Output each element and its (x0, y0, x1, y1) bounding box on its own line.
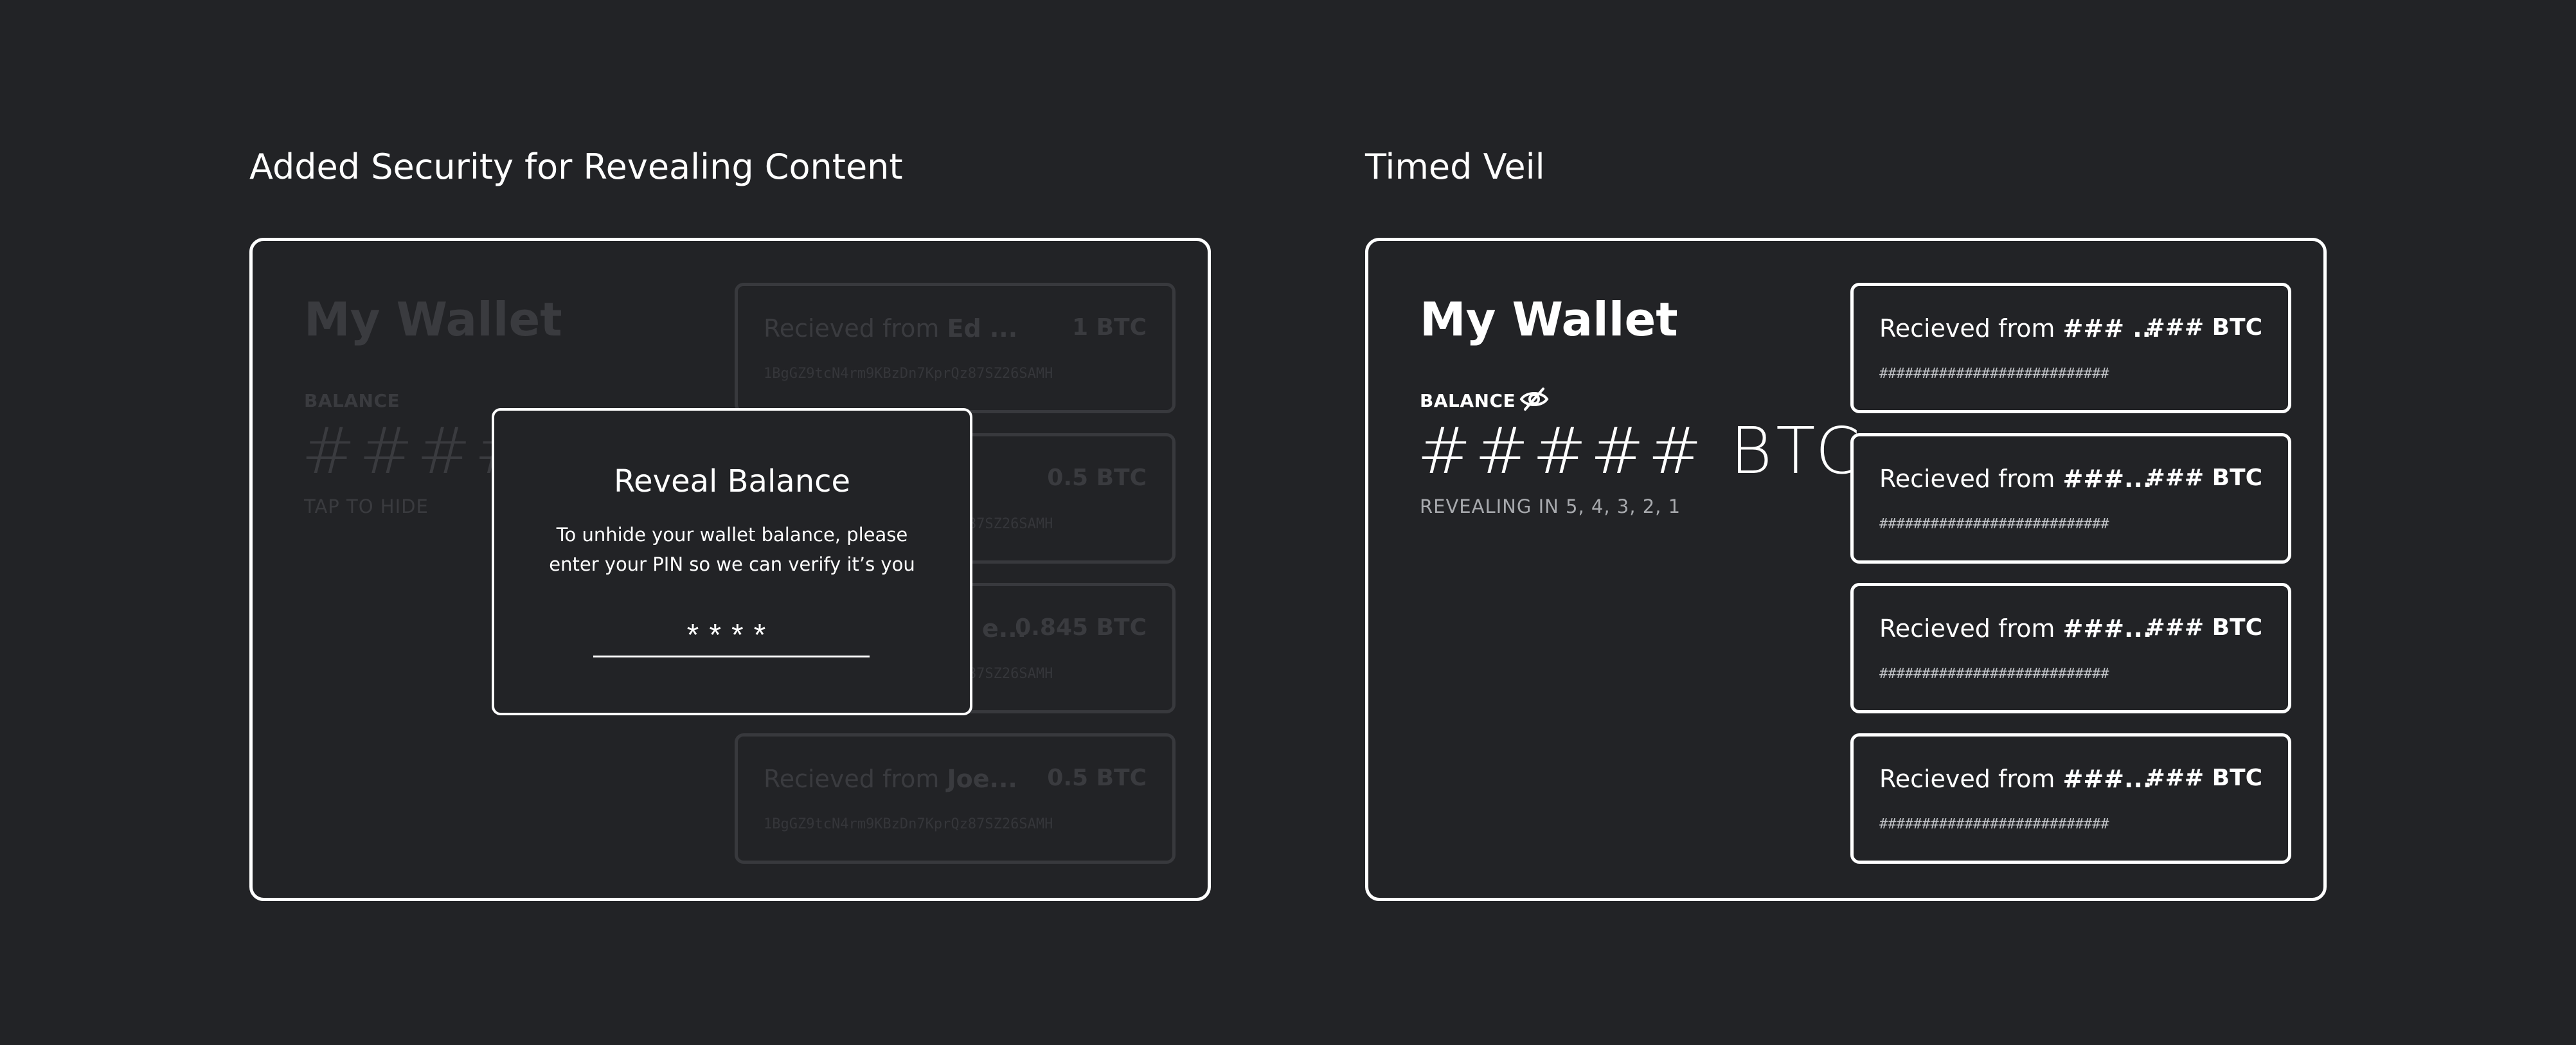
transaction-amount: ### BTC (2145, 765, 2262, 791)
transaction-amount: 0.5 BTC (1047, 765, 1147, 791)
pin-input[interactable] (593, 615, 870, 657)
balance-label: BALANCE (1420, 390, 1516, 411)
transaction-amount: 0.845 BTC (1015, 614, 1147, 641)
transaction-card[interactable]: Recieved from ###... ### BTC ###########… (1850, 733, 2291, 864)
transaction-card[interactable]: Recieved from Joe... 0.5 BTC 1BgGZ9tcN4r… (735, 733, 1176, 864)
tap-to-hide-hint[interactable]: TAP TO HIDE (304, 496, 429, 517)
left-section-title: Added Security for Revealing Content (249, 147, 903, 187)
modal-description: To unhide your wallet balance, please en… (549, 524, 915, 575)
eye-off-icon[interactable] (1519, 386, 1550, 412)
transaction-from: Recieved from ###... (1879, 465, 2152, 493)
transaction-address: ########################### (1879, 816, 2109, 832)
transaction-card[interactable]: Recieved from ###... ### BTC ###########… (1850, 583, 2291, 713)
wallet-title: My Wallet (1420, 292, 1678, 346)
transaction-address: ########################### (1879, 366, 2109, 382)
transaction-address: 1BgGZ9tcN4rm9KBzDn7KprQz87SZ26SAMH (764, 816, 1053, 832)
transaction-amount: ### BTC (2145, 465, 2262, 491)
transaction-from: Recieved from Ed ... (764, 314, 1018, 343)
wallet-title: My Wallet (304, 292, 562, 346)
left-wallet-frame: My Wallet BALANCE #### TAP TO HIDE Recie… (249, 238, 1211, 901)
transaction-amount: ### BTC (2145, 614, 2262, 641)
transaction-address: ########################### (1879, 516, 2109, 532)
balance-label: BALANCE (304, 390, 400, 411)
balance-value[interactable]: ##### BTC (1417, 413, 1864, 488)
transaction-amount: 1 BTC (1072, 314, 1147, 341)
transaction-card[interactable]: Recieved from Ed ... 1 BTC 1BgGZ9tcN4rm9… (735, 283, 1176, 413)
transaction-amount: 0.5 BTC (1047, 465, 1147, 491)
transaction-from: Recieved from ###... (1879, 614, 2152, 643)
reveal-countdown: REVEALING IN 5, 4, 3, 2, 1 (1420, 496, 1681, 517)
transaction-from: Recieved from ### ... (1879, 314, 2161, 343)
transaction-address: 1BgGZ9tcN4rm9KBzDn7KprQz87SZ26SAMH (764, 366, 1053, 382)
transaction-from: Recieved from Joe... (764, 765, 1017, 793)
transaction-address: ########################### (1879, 666, 2109, 682)
right-section-title: Timed Veil (1365, 147, 1545, 187)
transaction-card[interactable]: Recieved from ###... ### BTC ###########… (1850, 433, 2291, 564)
right-wallet-frame: My Wallet BALANCE ##### BTC REVEALING IN… (1365, 238, 2327, 901)
transaction-card[interactable]: Recieved from ### ... ### BTC ##########… (1850, 283, 2291, 413)
reveal-balance-modal: Reveal Balance To unhide your wallet bal… (492, 408, 972, 715)
modal-title: Reveal Balance (613, 463, 851, 499)
transaction-from: Recieved from ###... (1879, 765, 2152, 793)
transaction-amount: ### BTC (2145, 314, 2262, 341)
